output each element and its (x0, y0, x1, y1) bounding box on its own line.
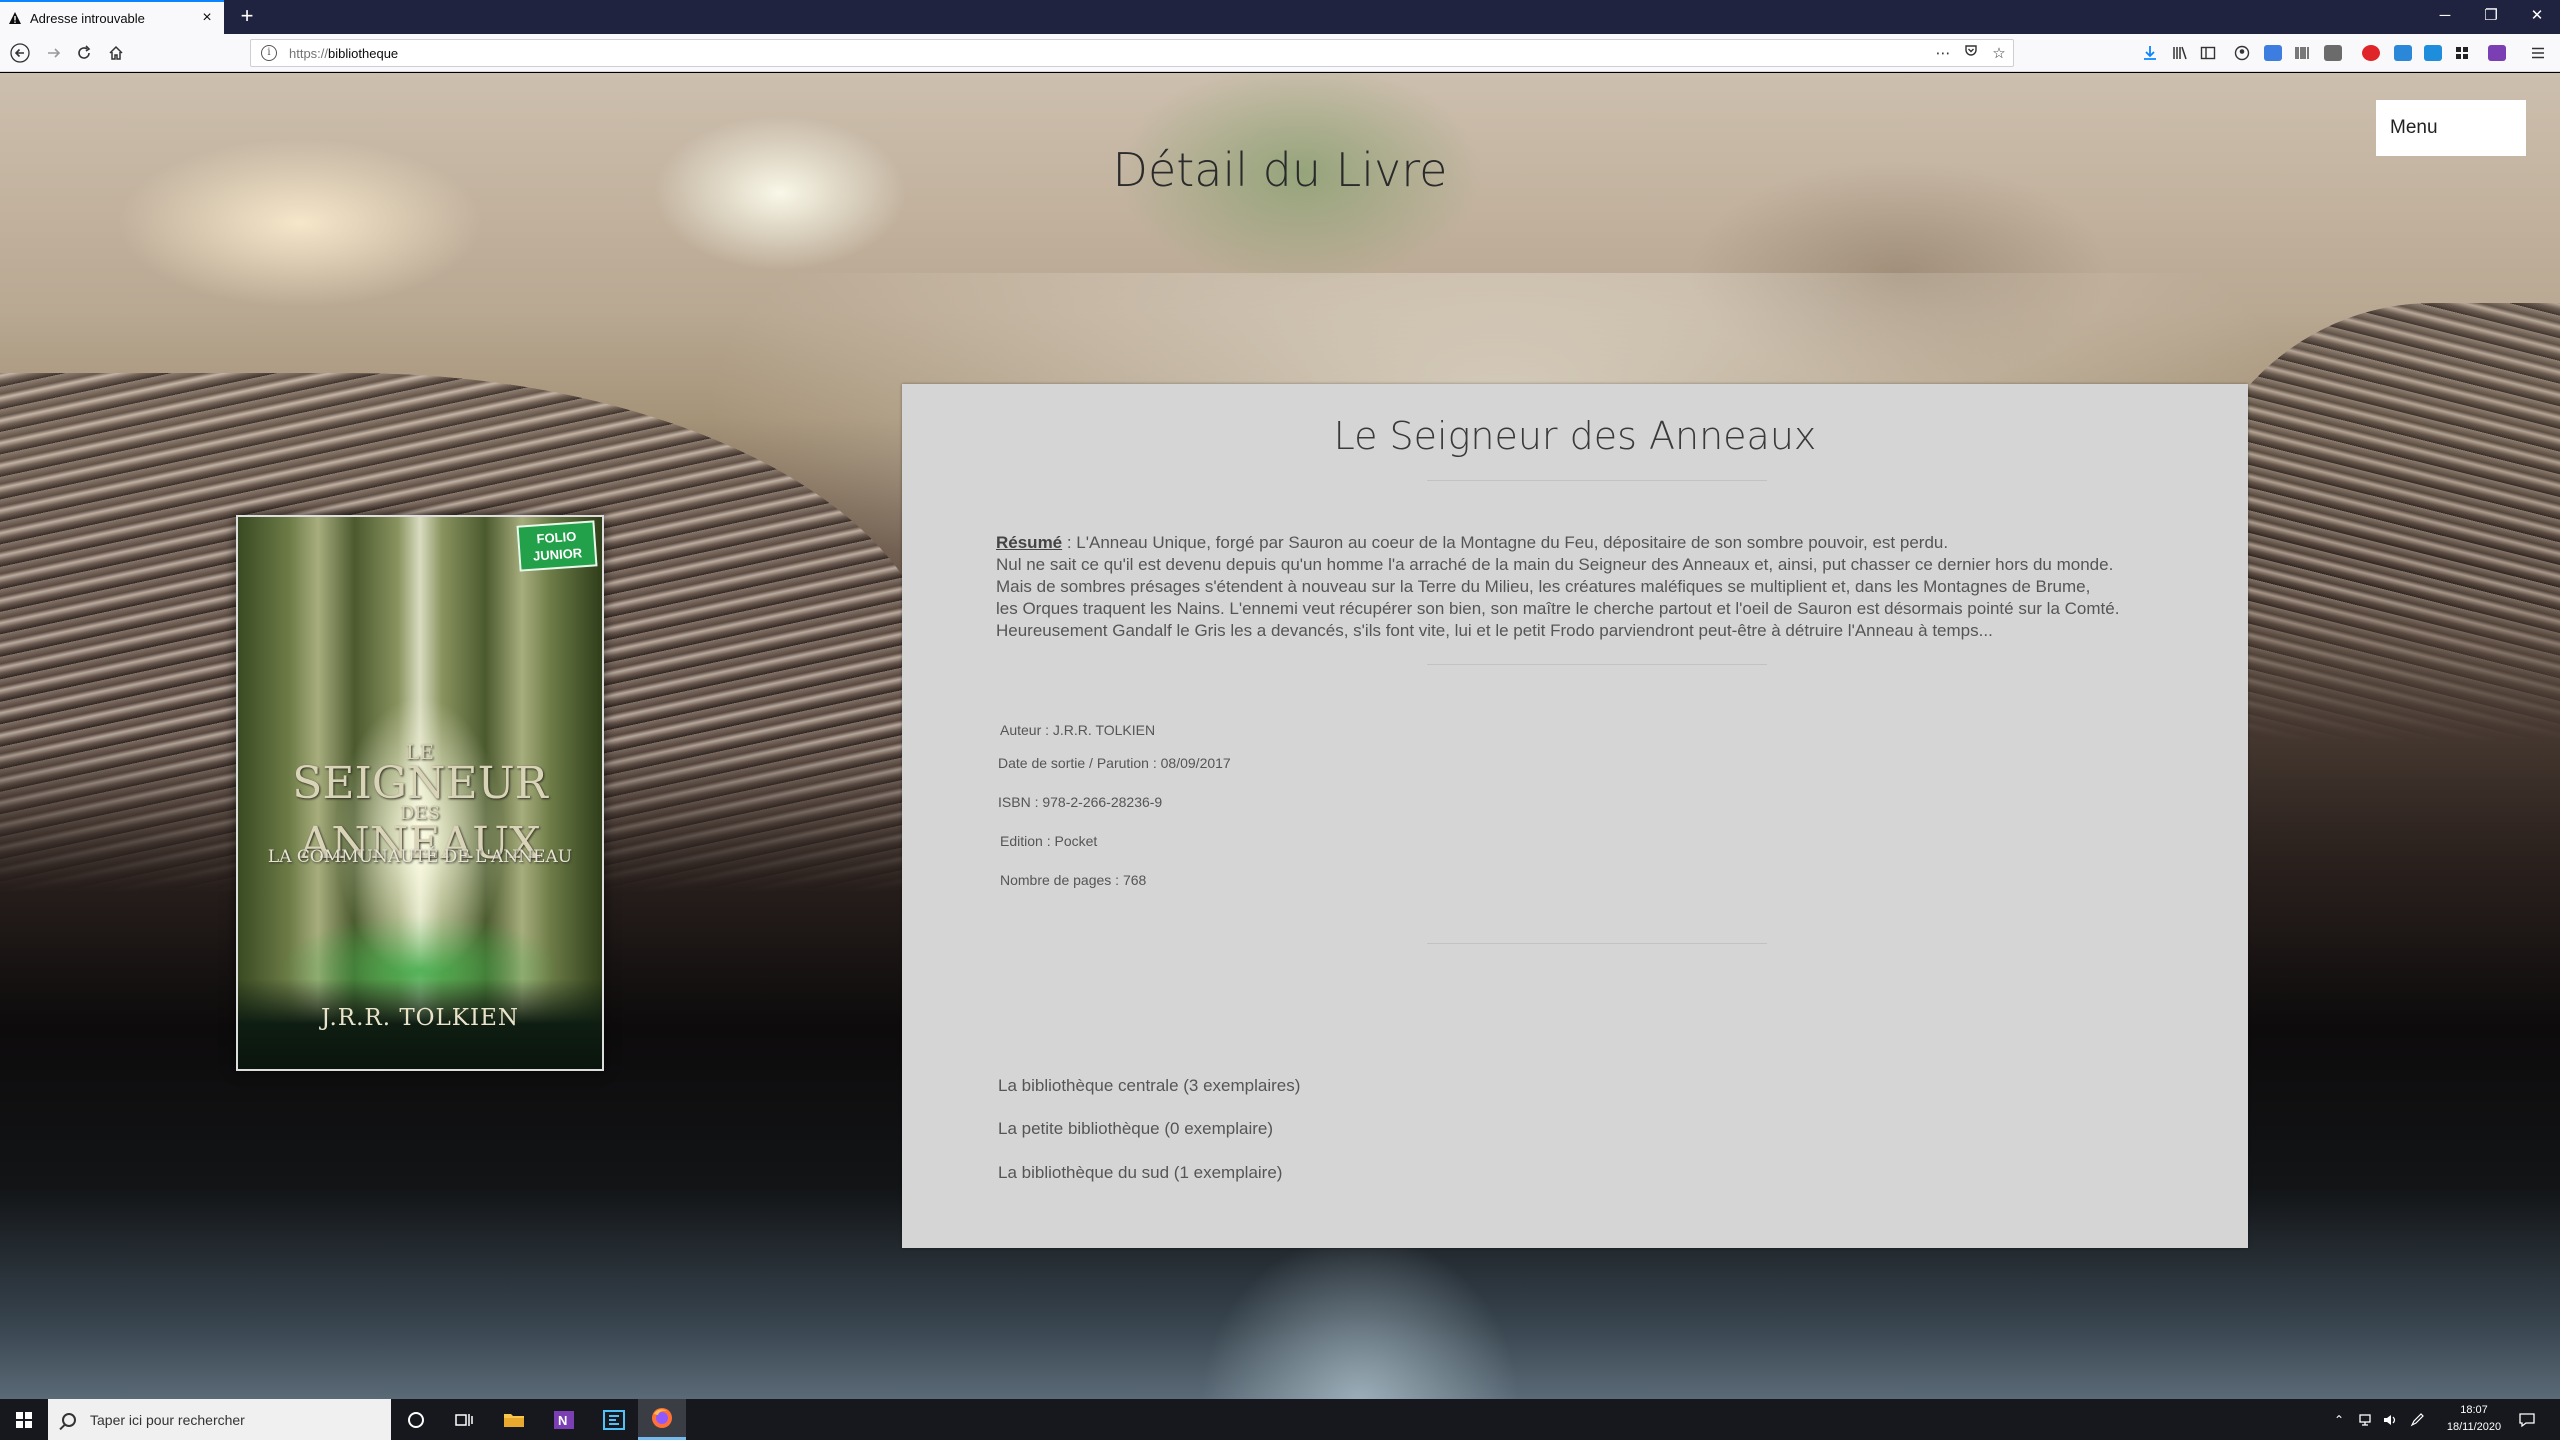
library-availability-central[interactable]: La bibliothèque centrale (3 exemplaires) (998, 1076, 1300, 1096)
site-info-icon[interactable]: i (261, 45, 277, 61)
new-tab-button[interactable]: + (230, 0, 264, 34)
forward-arrow-icon[interactable] (40, 40, 68, 66)
library-availability-small[interactable]: La petite bibliothèque (0 exemplaire) (998, 1119, 1273, 1139)
app-icon[interactable] (590, 1399, 638, 1440)
library-availability-south[interactable]: La bibliothèque du sud (1 exemplaire) (998, 1163, 1282, 1183)
separator (1427, 664, 1767, 665)
tab-title: Adresse introuvable (30, 10, 145, 26)
book-release-date: Date de sortie / Parution : 08/09/2017 (998, 755, 1231, 771)
separator (1427, 480, 1767, 481)
close-window-button[interactable]: ✕ (2514, 0, 2560, 34)
home-icon[interactable] (102, 40, 130, 66)
svg-text:N: N (558, 1413, 567, 1428)
summary-line: Nul ne sait ce qu'il est devenu depuis q… (996, 555, 2114, 574)
red-extension-icon[interactable] (2362, 45, 2380, 61)
cover-author: J.R.R. TOLKIEN (321, 1005, 519, 1031)
search-placeholder: Taper ici pour rechercher (90, 1411, 245, 1428)
skype-extension-icon[interactable] (2424, 45, 2442, 61)
tray-chevron-icon[interactable]: ⌃ (2334, 1399, 2344, 1440)
book-isbn: ISBN : 978-2-266-28236-9 (998, 794, 1163, 810)
summary-line: Heureusement Gandalf le Gris les a devan… (996, 621, 1993, 640)
windows-taskbar: Taper ici pour rechercher N ⌃ 18:07 18/1… (0, 1399, 2560, 1440)
clock-date: 18/11/2020 (2446, 1421, 2502, 1433)
task-view-icon[interactable] (440, 1399, 488, 1440)
sidebar-icon[interactable] (2200, 45, 2218, 61)
browser-tab-bar: Adresse introuvable × + ─ ❐ ✕ (0, 0, 2560, 34)
page-actions-icon[interactable]: ⋯ (1929, 44, 1957, 62)
volume-icon[interactable] (2382, 1399, 2398, 1440)
summary-label: Résumé (996, 533, 1063, 552)
book-title: Le Seigneur des Anneaux (1333, 414, 1817, 458)
hamburger-menu-icon[interactable] (2530, 45, 2548, 61)
clock-time: 18:07 (2460, 1404, 2488, 1416)
cortana-icon[interactable] (392, 1399, 440, 1440)
url-protocol: https:// (289, 45, 329, 61)
folio-junior-badge: FOLIO JUNIOR (516, 520, 598, 572)
onenote-icon[interactable]: N (540, 1399, 588, 1440)
file-explorer-icon[interactable] (490, 1399, 538, 1440)
start-button[interactable] (0, 1399, 48, 1440)
url-host: bibliotheque (328, 45, 399, 61)
grid-extension-icon[interactable] (2454, 45, 2472, 61)
notifications-icon[interactable] (2518, 1399, 2536, 1440)
minimize-button[interactable]: ─ (2422, 0, 2468, 34)
barcode-extension-icon[interactable] (2294, 45, 2312, 61)
separator (1427, 943, 1767, 944)
firefox-icon[interactable] (638, 1399, 686, 1440)
search-icon (62, 1412, 76, 1427)
book-summary: Résumé : L'Anneau Unique, forgé par Saur… (996, 532, 2196, 642)
library-icon[interactable] (2172, 45, 2190, 61)
pocket-icon[interactable] (1957, 44, 1985, 62)
background-glare (1200, 1233, 1520, 1399)
cover-subtitle: LA COMMUNAUTÉ DE L'ANNEAU (267, 847, 573, 867)
book-pages: Nombre de pages : 768 (1000, 872, 1147, 888)
book-edition: Edition : Pocket (1000, 833, 1098, 849)
browser-nav-bar: i https://bibliotheque ⋯ ☆ (0, 34, 2560, 72)
back-arrow-icon[interactable] (6, 40, 34, 66)
taskbar-clock[interactable]: 18:07 18/11/2020 (2434, 1402, 2514, 1436)
windows-logo-icon (16, 1411, 32, 1428)
cover-title-line2: SEIGNEUR (292, 758, 548, 809)
web-page: Détail du Livre Menu FOLIO JUNIOR LE SEI… (0, 73, 2560, 1399)
blue-extension-icon[interactable] (2394, 45, 2412, 61)
browser-tab-active[interactable]: Adresse introuvable × (0, 0, 224, 34)
menu-button[interactable]: Menu (2376, 100, 2526, 156)
account-icon[interactable] (2234, 45, 2252, 61)
extension-icon[interactable] (2324, 45, 2342, 61)
taskbar-search-box[interactable]: Taper ici pour rechercher (48, 1399, 391, 1440)
page-title: Détail du Livre (1112, 143, 1448, 197)
book-author: Auteur : J.R.R. TOLKIEN (1000, 722, 1156, 738)
summary-line: les Orques traquent les Nains. L'ennemi … (996, 599, 2120, 618)
summary-line: Mais de sombres présages s'étendent à no… (996, 577, 2091, 596)
onenote-extension-icon[interactable] (2488, 45, 2506, 61)
bookmark-star-icon[interactable]: ☆ (1985, 44, 2013, 62)
book-cover-image: FOLIO JUNIOR LE SEIGNEUR DES ANNEAUX LA … (236, 515, 604, 1071)
book-detail-panel: Le Seigneur des Anneaux Résumé : L'Annea… (902, 384, 2248, 1248)
download-icon[interactable] (2142, 45, 2160, 61)
url-bar[interactable]: i https://bibliotheque ⋯ ☆ (250, 39, 2014, 67)
tab-close-icon[interactable]: × (198, 9, 216, 27)
reload-icon[interactable] (70, 40, 98, 66)
restore-button[interactable]: ❐ (2468, 0, 2514, 34)
warning-icon (8, 11, 22, 25)
url-text[interactable]: https://bibliotheque (289, 46, 1929, 61)
summary-line: : L'Anneau Unique, forgé par Sauron au c… (1062, 533, 1949, 552)
network-icon[interactable] (2358, 1399, 2374, 1440)
translate-extension-icon[interactable] (2264, 45, 2282, 61)
pen-icon[interactable] (2410, 1399, 2426, 1440)
